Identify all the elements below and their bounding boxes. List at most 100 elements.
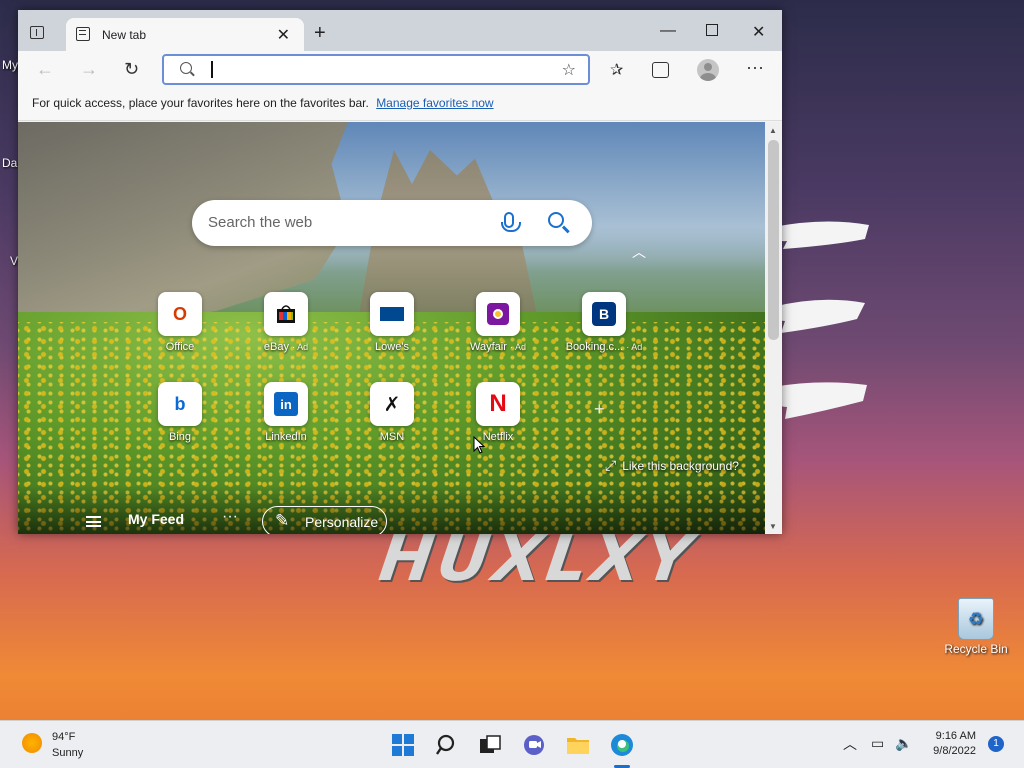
wayfair-icon <box>476 292 520 336</box>
ad-badge: · Ad <box>509 342 526 352</box>
favorites-icon[interactable]: ✰ <box>610 60 623 80</box>
expand-icon: ⤢ <box>605 457 617 473</box>
office-icon: O <box>158 292 202 336</box>
feed-bar: My Feed ··· ✎ Personalize <box>18 486 765 534</box>
quick-link-msn[interactable]: ✗ MSN <box>352 382 432 443</box>
refresh-icon[interactable]: ↻ <box>124 59 139 80</box>
weather-temperature[interactable]: 94°F <box>52 731 75 743</box>
quick-link-label: Office <box>165 341 195 353</box>
scroll-up-icon[interactable]: ▲ <box>769 126 777 135</box>
collections-icon[interactable] <box>652 62 669 78</box>
quick-link-netflix[interactable]: N Netflix <box>458 382 538 443</box>
recycle-bin-label: Recycle Bin <box>944 642 1008 656</box>
netflix-icon: N <box>476 382 520 426</box>
desktop-brush-art <box>773 221 869 419</box>
feed-more-icon[interactable]: ··· <box>222 508 238 526</box>
personalize-button[interactable]: ✎ Personalize <box>262 506 387 534</box>
quick-link-lowes[interactable]: Lowe's <box>352 292 432 353</box>
desktop-icon-label[interactable]: V <box>10 254 18 268</box>
new-tab-page-icon <box>76 27 90 41</box>
like-background-text: Like this background? <box>622 459 739 473</box>
microphone-icon[interactable] <box>501 212 521 232</box>
collapse-quick-links-icon[interactable]: ︿ <box>632 242 646 262</box>
maximize-icon[interactable] <box>706 24 718 36</box>
add-shortcut-icon[interactable]: + <box>594 399 605 420</box>
menu-icon[interactable] <box>86 516 101 527</box>
taskbar: 94°F Sunny ︿ ▭ 🔈 9:16 AM 9/8/2022 1 <box>0 720 1024 768</box>
tab-title: New tab <box>102 28 147 42</box>
ad-badge: · Ad <box>626 342 643 352</box>
scroll-down-icon[interactable]: ▼ <box>769 522 777 531</box>
weather-condition[interactable]: Sunny <box>52 747 83 759</box>
close-window-icon[interactable]: ✕ <box>752 22 765 42</box>
quick-link-ebay[interactable]: eBay · Ad <box>246 292 326 353</box>
my-feed-tab[interactable]: My Feed <box>128 511 184 527</box>
search-submit-icon[interactable] <box>548 212 564 228</box>
bing-icon: b <box>158 382 202 426</box>
ebay-icon <box>264 292 308 336</box>
recycle-bin[interactable]: ♻ Recycle Bin <box>940 598 1012 656</box>
add-favorite-icon[interactable]: ☆ <box>562 60 576 80</box>
linkedin-icon: in <box>264 382 308 426</box>
personalize-label: Personalize <box>305 514 379 530</box>
task-view-icon[interactable] <box>478 733 502 757</box>
quick-link-label: eBay <box>263 341 289 353</box>
clock[interactable]: 9:16 AM 9/8/2022 <box>922 730 976 757</box>
quick-link-label: Lowe's <box>375 341 409 353</box>
personalize-icon: ✎ <box>275 511 290 530</box>
back-icon[interactable]: ← <box>36 59 54 80</box>
vertical-scrollbar[interactable]: ▲ ▼ <box>765 122 782 534</box>
search-placeholder: Search the web <box>208 214 313 231</box>
msn-icon: ✗ <box>370 382 414 426</box>
quick-link-booking[interactable]: B Booking.c... · Ad <box>564 292 644 353</box>
recycle-bin-icon: ♻ <box>958 598 994 640</box>
title-bar: New tab ✕ + — ✕ <box>18 10 782 51</box>
start-icon[interactable] <box>391 733 415 757</box>
quick-link-office[interactable]: O Office <box>140 292 220 353</box>
desktop-icon-label[interactable]: My <box>2 58 18 72</box>
address-bar[interactable]: ☆ <box>162 54 590 85</box>
sun-icon[interactable] <box>22 733 42 753</box>
profile-avatar[interactable] <box>697 59 719 81</box>
quick-link-label: Booking.c... <box>565 341 624 353</box>
quick-link-label: Wayfair <box>470 341 507 353</box>
close-tab-icon[interactable]: ✕ <box>277 25 290 45</box>
web-search-box[interactable]: Search the web <box>192 200 592 246</box>
chat-icon[interactable] <box>522 733 546 757</box>
file-explorer-icon[interactable] <box>566 733 590 757</box>
mouse-cursor <box>473 436 485 454</box>
like-background-link[interactable]: ⤢ Like this background? <box>605 457 739 474</box>
minimize-icon[interactable]: — <box>660 22 676 40</box>
booking-icon: B <box>582 292 626 336</box>
clock-date: 9/8/2022 <box>933 745 976 757</box>
lowes-icon <box>370 292 414 336</box>
search-icon <box>180 62 192 74</box>
favorites-bar: For quick access, place your favorites h… <box>18 89 782 121</box>
text-caret <box>211 61 213 78</box>
quick-link-label: LinkedIn <box>265 431 307 443</box>
show-hidden-icons[interactable]: ︿ <box>843 734 857 754</box>
network-icon[interactable]: ▭ <box>871 735 884 752</box>
quick-link-bing[interactable]: b Bing <box>140 382 220 443</box>
new-tab-page: Search the web ︿ O Office eBay · Ad Lowe… <box>18 122 765 534</box>
scrollbar-thumb[interactable] <box>768 140 779 340</box>
manage-favorites-link[interactable]: Manage favorites now <box>376 96 493 110</box>
quick-link-linkedin[interactable]: in LinkedIn <box>246 382 326 443</box>
tab-new-tab[interactable]: New tab ✕ <box>66 18 304 51</box>
tab-actions-icon[interactable] <box>30 26 44 39</box>
forward-icon[interactable]: → <box>80 59 98 80</box>
volume-icon[interactable]: 🔈 <box>895 735 912 752</box>
quick-link-label: Netflix <box>482 431 514 443</box>
clock-time: 9:16 AM <box>935 730 976 742</box>
more-options-icon[interactable]: ··· <box>746 57 764 78</box>
quick-link-wayfair[interactable]: Wayfair · Ad <box>458 292 538 353</box>
toolbar: ← → ↻ ☆ ✰ ··· <box>18 51 782 89</box>
notification-badge[interactable]: 1 <box>988 736 1004 752</box>
browser-window: New tab ✕ + — ✕ ← → ↻ ☆ ✰ ··· For quick … <box>18 10 782 534</box>
favorites-bar-hint: For quick access, place your favorites h… <box>32 96 369 110</box>
search-icon[interactable] <box>435 733 459 757</box>
edge-icon[interactable] <box>610 733 634 757</box>
desktop-icon-label[interactable]: Da <box>2 156 17 170</box>
new-tab-button[interactable]: + <box>314 22 326 45</box>
ad-badge: · Ad <box>292 342 309 352</box>
